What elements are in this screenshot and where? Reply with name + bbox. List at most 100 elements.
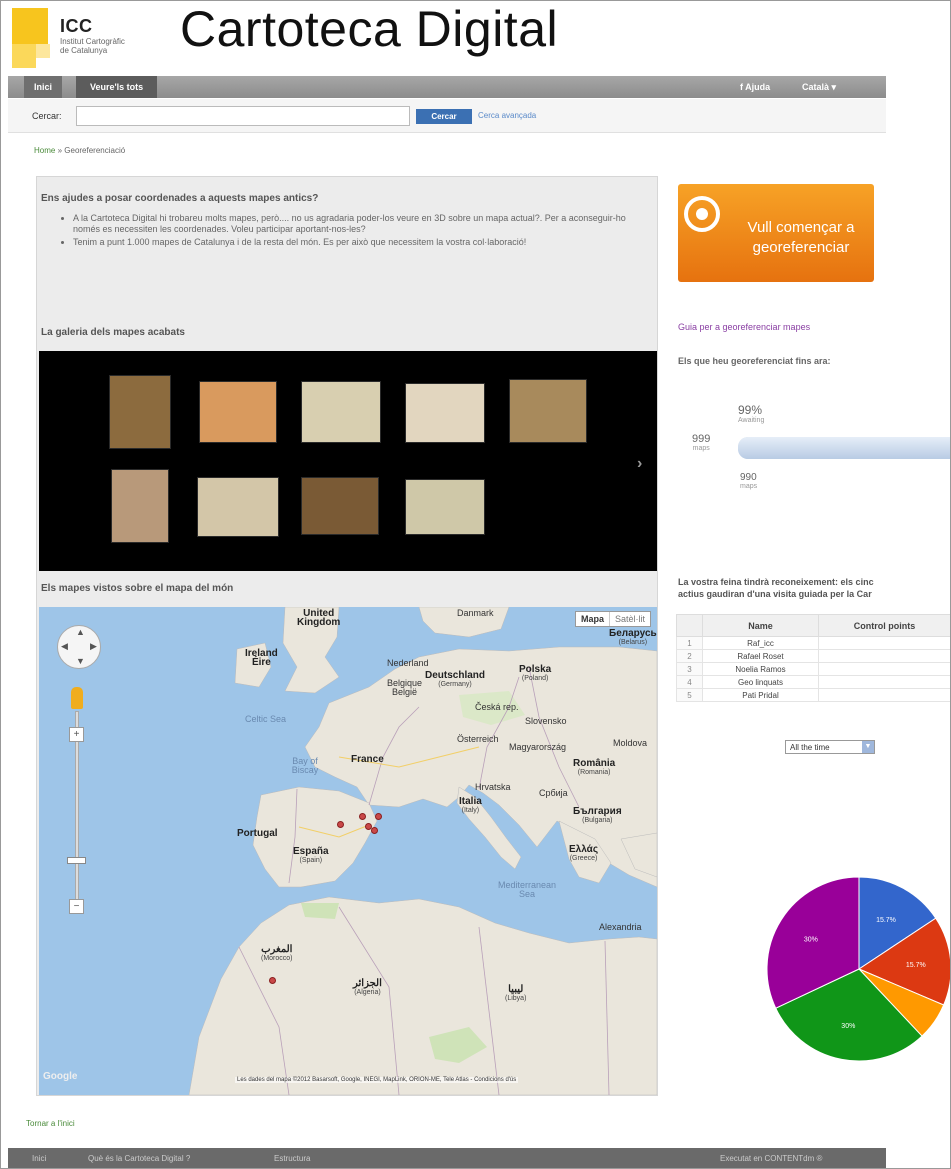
ranking-header-points[interactable]: Control points: [818, 614, 951, 637]
nav-veure-tots[interactable]: Veure'ls tots: [76, 76, 158, 98]
intro-bullet: Tenim a punt 1.000 mapes de Catalunya i …: [73, 237, 653, 248]
row-index: 1: [676, 636, 703, 650]
gallery-thumbnail[interactable]: [109, 375, 171, 449]
world-map-title: Els mapes vistos sobre el mapa del món: [41, 583, 234, 594]
nav-help[interactable]: f Ajuda: [730, 76, 780, 98]
pan-down-icon[interactable]: ▼: [76, 656, 85, 666]
footer-link-inici[interactable]: Inici: [32, 1154, 46, 1163]
guide-link[interactable]: Guia per a georeferenciar mapes: [678, 322, 810, 332]
gallery-thumbnail[interactable]: [509, 379, 587, 443]
map-marker[interactable]: [375, 813, 382, 820]
logo-subtitle: Institut Cartogràfic de Catalunya: [60, 37, 125, 55]
breadcrumb-home[interactable]: Home: [34, 146, 55, 155]
gallery-thumbnail[interactable]: [405, 479, 485, 535]
search-bar: Cercar: Cercar Cerca avançada: [8, 99, 886, 133]
chevron-down-icon[interactable]: ▼: [862, 741, 874, 753]
map-label-alexandria: Alexandria: [599, 922, 642, 932]
map-label-celtic-sea: Celtic Sea: [245, 714, 287, 724]
row-points: [818, 675, 951, 689]
breadcrumb-current: Georeferenciació: [64, 146, 126, 155]
pan-up-icon[interactable]: ▲: [76, 627, 85, 637]
map-label-france: France: [351, 754, 384, 765]
table-row: 3 Noelia Ramos: [676, 662, 951, 676]
intro-title: Ens ajudes a posar coordenades a aquests…: [41, 193, 319, 204]
stat-done-value: 990: [740, 472, 757, 483]
world-map[interactable]: Mapa Satèl·lit ▲ ◀ ▶ ▼ + − United Kingdom…: [39, 607, 657, 1095]
stat-percent: 99% Awaiting: [738, 403, 764, 424]
reward-line: La vostra feina tindrà reconeixement: el…: [678, 577, 874, 587]
gallery-thumbnail[interactable]: [405, 383, 485, 443]
search-input[interactable]: [76, 106, 410, 126]
map-marker[interactable]: [371, 827, 378, 834]
pan-control[interactable]: ▲ ◀ ▶ ▼: [57, 625, 101, 669]
stat-done-unit: maps: [740, 483, 758, 490]
zoom-slider-handle[interactable]: [67, 857, 86, 864]
map-label-morocco: المغرب (Morocco): [261, 944, 293, 963]
map-type-control: Mapa Satèl·lit: [574, 611, 651, 627]
map-label-italy: Italia (Italy): [459, 796, 482, 815]
map-attribution[interactable]: Les dades del mapa ©2012 Basarsoft, Goog…: [235, 1077, 519, 1083]
nav-inici[interactable]: Inici: [24, 76, 63, 98]
cta-label: Vull començar a georeferenciar: [747, 219, 855, 256]
map-marker[interactable]: [269, 977, 276, 984]
map-label-greece: Ελλάς (Greece): [569, 844, 599, 863]
main-nav: Inici Veure'ls tots f Ajuda Català ▾: [8, 76, 886, 98]
map-land: [188, 607, 657, 1095]
pie-slice-label: 30%: [804, 936, 818, 943]
row-index: 2: [676, 649, 703, 663]
period-select[interactable]: All the time ▼: [785, 740, 875, 754]
search-button[interactable]: Cercar: [416, 109, 472, 124]
gallery-thumbnail[interactable]: [199, 381, 277, 443]
map-marker[interactable]: [359, 813, 366, 820]
zoom-in-icon[interactable]: +: [69, 727, 84, 742]
pan-left-icon[interactable]: ◀: [61, 641, 68, 652]
google-logo[interactable]: Google: [43, 1071, 77, 1082]
footer-link-structure[interactable]: Estructura: [274, 1154, 310, 1163]
stat-total-maps: 999 maps: [692, 433, 710, 452]
footer-link-about[interactable]: Què és la Cartoteca Digital ?: [88, 1154, 190, 1163]
street-view-pegman-icon[interactable]: [71, 687, 83, 709]
site-footer: Inici Què és la Cartoteca Digital ? Estr…: [8, 1148, 886, 1169]
map-marker[interactable]: [337, 821, 344, 828]
map-label-serbia: Србија: [539, 788, 568, 798]
reward-line: actius gaudiran d'una visita guiada per …: [678, 589, 872, 599]
site-title: Cartoteca Digital: [180, 1, 559, 57]
map-type-satellite[interactable]: Satèl·lit: [610, 612, 650, 626]
gallery-next-arrow[interactable]: ›: [637, 455, 642, 473]
map-label-belgium: Belgique België: [387, 678, 423, 697]
table-row: 1 Raf_icc: [676, 636, 951, 650]
map-label-austria: Österreich: [457, 734, 499, 744]
main-content: Ens ajudes a posar coordenades a aquests…: [36, 176, 658, 1096]
back-to-home-link[interactable]: Tornar a l'inici: [26, 1119, 75, 1128]
table-row: 5 Pati Pridal: [676, 688, 951, 702]
start-georeferencing-button[interactable]: Vull començar a georeferenciar: [678, 184, 874, 282]
intro-bullet: A la Cartoteca Digital hi trobareu molts…: [73, 213, 653, 235]
footer-powered-by[interactable]: Executat en CONTENTdm ®: [720, 1154, 822, 1163]
gallery-thumbnail[interactable]: [301, 477, 379, 535]
map-label-slovakia: Slovensko: [525, 716, 567, 726]
logo-name: ICC: [60, 16, 93, 36]
row-name: Rafael Roset: [702, 649, 819, 663]
map-type-mapa[interactable]: Mapa: [576, 612, 610, 626]
gallery-thumbnail[interactable]: [301, 381, 381, 443]
map-label-libya: ليبيا (Libya): [505, 984, 527, 1003]
row-name: Raf_icc: [702, 636, 819, 650]
ranking-header-name[interactable]: Name: [702, 614, 819, 637]
row-name: Pati Pridal: [702, 688, 819, 702]
zoom-out-icon[interactable]: −: [69, 899, 84, 914]
gallery-title: La galeria dels mapes acabats: [41, 327, 185, 338]
advanced-search-link[interactable]: Cerca avançada: [478, 111, 536, 120]
map-label-moldova: Moldova: [613, 738, 648, 748]
pan-right-icon[interactable]: ▶: [90, 641, 97, 652]
gallery-thumbnail[interactable]: [197, 477, 279, 537]
nav-language[interactable]: Català ▾: [792, 76, 846, 98]
map-gallery: ›: [39, 351, 657, 571]
row-index: 5: [676, 688, 703, 702]
map-label-germany: Deutschland (Germany): [425, 670, 486, 689]
stat-total-value: 999: [692, 433, 711, 445]
row-index: 4: [676, 675, 703, 689]
map-label-romania: România (Romania): [573, 758, 616, 777]
reward-text: La vostra feina tindrà reconeixement: el…: [678, 576, 951, 600]
map-label-uk: United Kingdom: [297, 608, 341, 628]
gallery-thumbnail[interactable]: [111, 469, 169, 543]
